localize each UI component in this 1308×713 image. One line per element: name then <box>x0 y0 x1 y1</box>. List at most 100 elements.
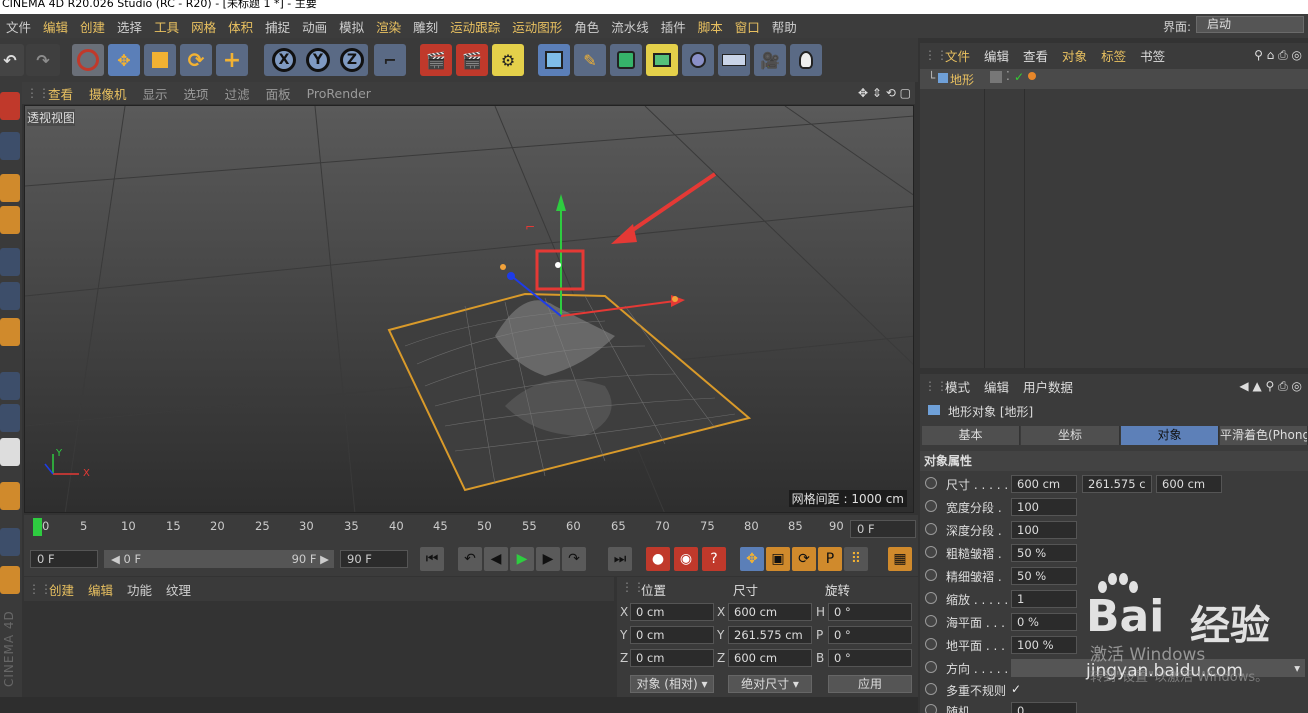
timeline-ruler[interactable]: 0 5 10 15 20 25 30 35 40 45 50 55 60 65 … <box>24 515 918 542</box>
layout-select[interactable]: 启动 <box>1196 16 1304 33</box>
previous-key-button[interactable]: ↶ <box>458 547 482 571</box>
keyframe-selection-button[interactable]: ? <box>702 547 726 571</box>
om-menu-bookmarks[interactable]: 书签 <box>1133 46 1172 65</box>
object-name[interactable]: 地形 <box>950 71 974 88</box>
animate-dot-icon[interactable] <box>925 523 937 535</box>
rot-p-field[interactable]: 0 ° <box>828 626 912 644</box>
sea-level-input[interactable]: 0 % <box>1011 613 1077 631</box>
tab-phong[interactable]: 平滑着色(Phong) <box>1220 426 1308 445</box>
menu-plugins[interactable]: 插件 <box>655 17 692 36</box>
live-selection-button[interactable] <box>72 44 104 76</box>
light-button[interactable] <box>790 44 822 76</box>
snap-button[interactable] <box>0 438 20 466</box>
texture-mode-button[interactable] <box>0 174 20 202</box>
start-frame-field[interactable]: 0 F <box>30 550 98 568</box>
extrude-button[interactable] <box>646 44 678 76</box>
size-z-input[interactable]: 600 cm <box>1156 475 1222 493</box>
undo-button[interactable]: ↶ <box>0 44 24 76</box>
coordinate-mode-dropdown[interactable]: 对象 (相对) ▾ <box>630 675 714 693</box>
camera-button[interactable]: 🎥 <box>754 44 786 76</box>
animate-dot-icon[interactable] <box>925 615 937 627</box>
points-mode-button[interactable] <box>0 248 20 276</box>
make-editable-button[interactable] <box>0 92 20 120</box>
tab-basic[interactable]: 基本 <box>922 426 1020 445</box>
viewport-menu-panel[interactable]: 面板 <box>258 84 299 103</box>
tab-coordinates[interactable]: 坐标 <box>1021 426 1120 445</box>
menu-character[interactable]: 角色 <box>568 17 605 36</box>
render-settings-button[interactable]: ⚙ <box>492 44 524 76</box>
animate-dot-icon[interactable] <box>925 704 937 713</box>
attr-menu-edit[interactable]: 编辑 <box>977 377 1016 396</box>
scale-tool-button[interactable] <box>144 44 176 76</box>
current-frame-field[interactable]: 0 F <box>850 520 916 538</box>
rot-b-field[interactable]: 0 ° <box>828 649 912 667</box>
menu-snap[interactable]: 捕捉 <box>259 17 296 36</box>
visibility-dots-icon[interactable]: ⁚ <box>1006 69 1010 83</box>
viewport-menu-camera[interactable]: 摄像机 <box>81 84 135 103</box>
cube-button[interactable] <box>538 44 570 76</box>
menu-script[interactable]: 脚本 <box>692 17 729 36</box>
animate-dot-icon[interactable] <box>925 546 937 558</box>
rotate-tool-button[interactable]: ⟳ <box>180 44 212 76</box>
next-key-button[interactable]: ↷ <box>562 547 586 571</box>
width-segments-input[interactable]: 100 <box>1011 498 1077 516</box>
solo-button[interactable] <box>0 528 20 556</box>
material-menu-create[interactable]: 创建 <box>42 580 81 599</box>
size-mode-dropdown[interactable]: 绝对尺寸 ▾ <box>728 675 812 693</box>
tweak-mode-button[interactable] <box>0 404 20 432</box>
animate-dot-icon[interactable] <box>925 683 937 695</box>
attr-nav-icons[interactable]: ◀ ▲ ⚲ ⎙ ◎ <box>1239 379 1302 394</box>
go-to-start-button[interactable]: ⏮ <box>420 547 444 571</box>
size-x-input[interactable]: 600 cm <box>1011 475 1077 493</box>
model-mode-button[interactable] <box>0 132 20 160</box>
material-menu-texture[interactable]: 纹理 <box>159 580 198 599</box>
om-menu-edit[interactable]: 编辑 <box>977 46 1016 65</box>
pos-z-field[interactable]: 0 cm <box>630 649 714 667</box>
menu-simulate[interactable]: 模拟 <box>333 17 370 36</box>
rot-h-field[interactable]: 0 ° <box>828 603 912 621</box>
om-menu-objects[interactable]: 对象 <box>1055 46 1094 65</box>
record-keys-button[interactable]: ● <box>646 547 670 571</box>
lock-workplane-button[interactable] <box>0 566 20 594</box>
multifractal-checkbox[interactable]: ✓ <box>1011 682 1021 696</box>
material-menu-edit[interactable]: 编辑 <box>81 580 120 599</box>
end-frame-field[interactable]: 90 F <box>340 550 408 568</box>
menu-file[interactable]: 文件 <box>0 17 37 36</box>
animate-dot-icon[interactable] <box>925 477 937 489</box>
menu-motion-tracking[interactable]: 运动跟踪 <box>444 17 506 36</box>
redo-button[interactable]: ↷ <box>26 44 60 76</box>
render-picture-viewer-button[interactable]: 🎬 <box>456 44 488 76</box>
animate-dot-icon[interactable] <box>925 638 937 650</box>
menu-tools[interactable]: 工具 <box>148 17 185 36</box>
viewport-menu-view[interactable]: 查看 <box>40 84 81 103</box>
menu-pipeline[interactable]: 流水线 <box>605 17 655 36</box>
menu-animate[interactable]: 动画 <box>296 17 333 36</box>
size-y-field[interactable]: 261.575 cm <box>728 626 812 644</box>
om-menu-file[interactable]: 文件 <box>938 46 977 65</box>
frame-range-slider[interactable]: ◀ 0 F 90 F ▶ <box>104 550 334 568</box>
animate-dot-icon[interactable] <box>925 569 937 581</box>
polygons-mode-button[interactable] <box>0 318 20 346</box>
apply-button[interactable]: 应用 <box>828 675 912 693</box>
om-search-home-icons[interactable]: ⚲ ⌂ ⎙ ◎ <box>1254 48 1302 63</box>
menu-mograph[interactable]: 运动图形 <box>506 17 568 36</box>
size-y-input[interactable]: 261.575 c <box>1082 475 1152 493</box>
attr-menu-userdata[interactable]: 用户数据 <box>1016 377 1080 396</box>
animate-dot-icon[interactable] <box>925 592 937 604</box>
key-parameter-button[interactable]: P <box>818 547 842 571</box>
move-tool-button[interactable]: ✥ <box>108 44 140 76</box>
subdivision-button[interactable] <box>610 44 642 76</box>
depth-segments-input[interactable]: 100 <box>1011 521 1077 539</box>
viewport-menu-options[interactable]: 选项 <box>176 84 217 103</box>
plateau-level-input[interactable]: 100 % <box>1011 636 1077 654</box>
pos-y-field[interactable]: 0 cm <box>630 626 714 644</box>
playhead[interactable] <box>33 518 42 536</box>
menu-render[interactable]: 渲染 <box>370 17 407 36</box>
size-z-field[interactable]: 600 cm <box>728 649 812 667</box>
menu-select[interactable]: 选择 <box>111 17 148 36</box>
material-area[interactable] <box>24 601 614 695</box>
go-to-end-button[interactable]: ⏭ <box>608 547 632 571</box>
seed-input[interactable]: 0 <box>1011 702 1077 713</box>
fine-wrinkle-input[interactable]: 50 % <box>1011 567 1077 585</box>
scale-input[interactable]: 1 <box>1011 590 1077 608</box>
